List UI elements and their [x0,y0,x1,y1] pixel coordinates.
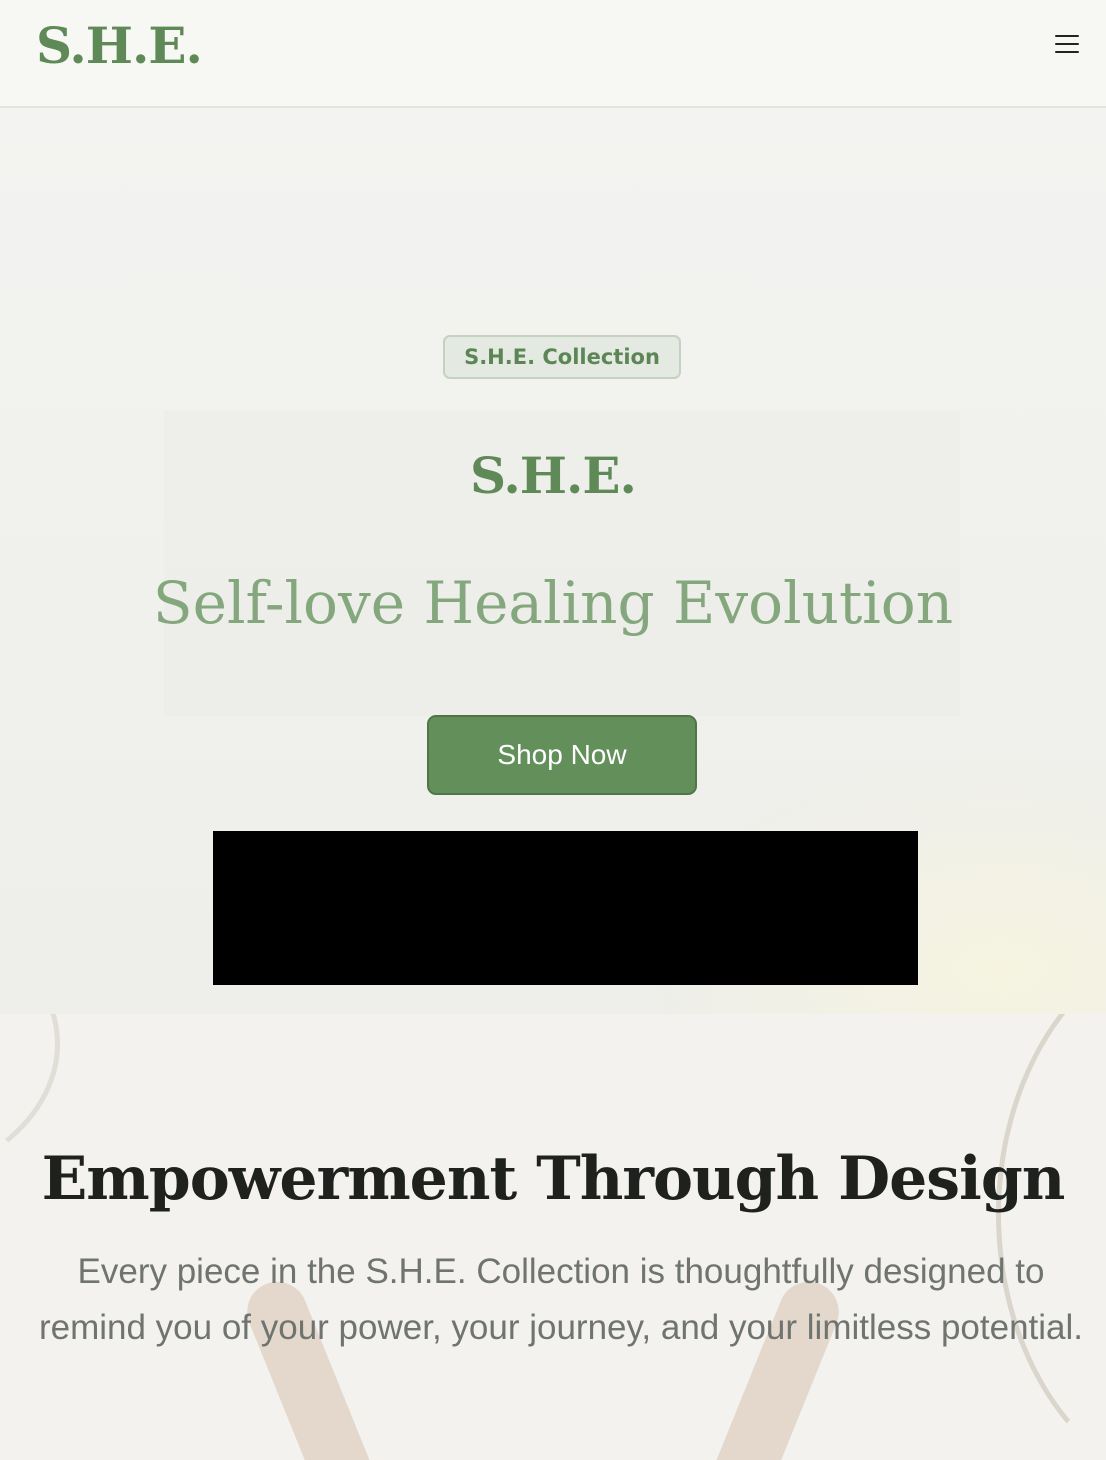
menu-bar-bottom [1055,51,1079,54]
decorative-arc-right [996,1014,1106,1460]
hamburger-menu-icon[interactable] [1054,32,1080,56]
menu-bar-middle [1055,43,1079,46]
hero-tagline: Self-love Healing Evolution [152,569,954,637]
section-heading: Empowerment Through Design [41,1144,1066,1214]
hero-section: S.H.E. Collection S.H.E. Self-love Heali… [0,108,1106,1014]
hero-brand-title: S.H.E. [470,446,637,505]
collection-badge: S.H.E. Collection [443,335,681,379]
site-logo[interactable]: S.H.E. [36,14,203,78]
shop-now-button[interactable]: Shop Now [427,715,697,795]
menu-bar-top [1055,35,1079,38]
section-body-text: Every piece in the S.H.E. Collection is … [38,1252,1084,1347]
site-header: S.H.E. [0,0,1106,108]
hero-media-placeholder [213,831,918,985]
empowerment-section: Empowerment Through Design Every piece i… [0,1014,1106,1460]
